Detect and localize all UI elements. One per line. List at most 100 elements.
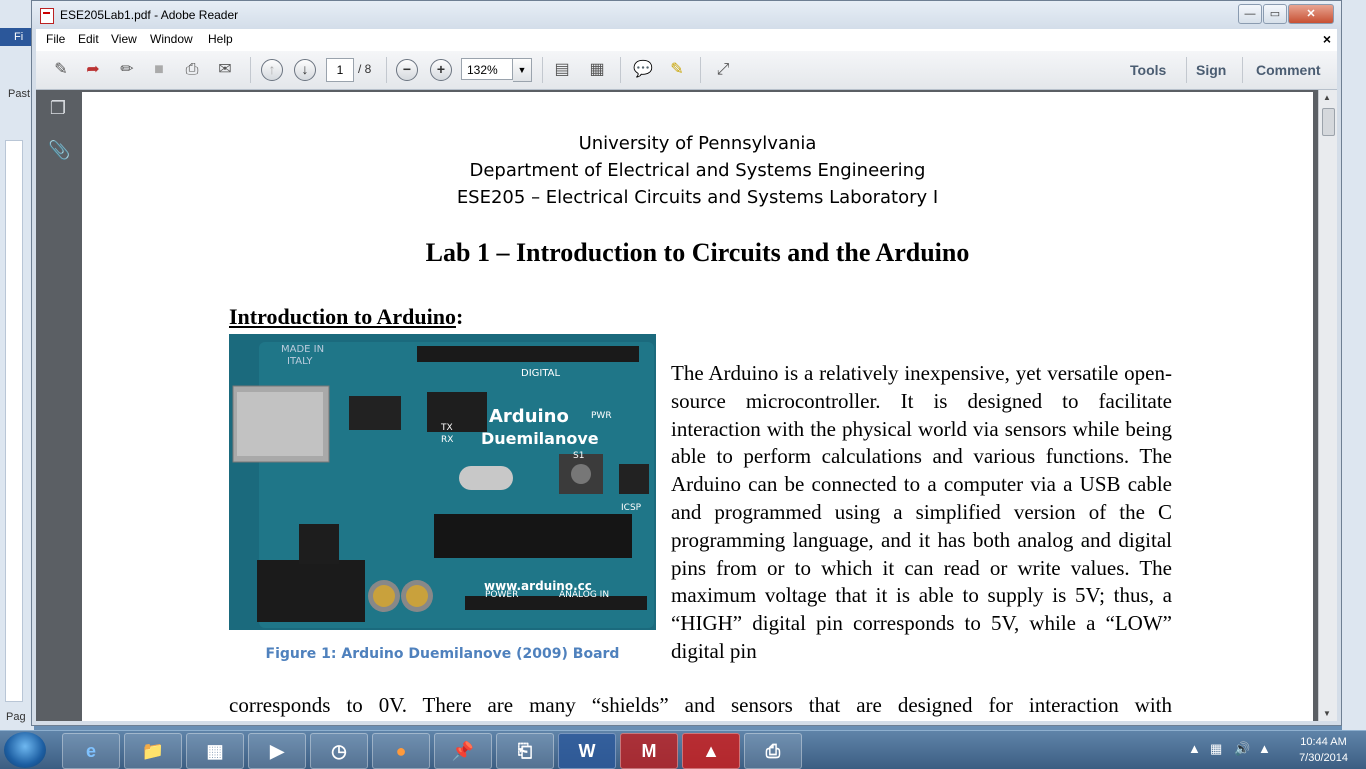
menu-edit[interactable]: Edit (78, 32, 99, 46)
sticky-note-icon[interactable]: 💬 (632, 59, 654, 81)
network-icon[interactable]: ▦ (1210, 741, 1222, 757)
arduino-board-image: MADE IN ITALY DIGITAL Arduino Duemilanov… (229, 334, 656, 630)
board-label-duemilanove: Duemilanove (481, 429, 599, 448)
close-document-button[interactable]: × (1323, 31, 1331, 47)
board-label-s1: S1 (573, 451, 584, 461)
comment-pane-button[interactable]: Comment (1256, 62, 1321, 78)
zoom-out-icon[interactable]: − (396, 59, 418, 81)
tools-pane-button[interactable]: Tools (1130, 62, 1166, 78)
scroll-thumb[interactable] (1322, 108, 1335, 136)
titlebar: ESE205Lab1.pdf - Adobe Reader — ▭ ✕ (32, 1, 1341, 29)
board-label-tx: TX (440, 423, 453, 433)
figure-caption: Figure 1: Arduino Duemilanove (2009) Boa… (265, 646, 620, 662)
taskbar-printer[interactable]: ⎙ (744, 733, 802, 769)
board-label-icsp: ICSP (621, 503, 642, 513)
adobe-reader-window: ESE205Lab1.pdf - Adobe Reader — ▭ ✕ File… (31, 0, 1342, 726)
toolbar-separator (700, 57, 701, 83)
toolbar: ✎ ➦ ✏ ■ ⎙ ✉ ↑ ↓ 1 / 8 − + 132% ▼ ▤ ▦ 💬 ✎… (36, 51, 1337, 90)
toolbar-separator (542, 57, 543, 83)
taskbar-office-app[interactable]: ▦ (186, 733, 244, 769)
menu-window[interactable]: Window (150, 32, 193, 46)
system-clock[interactable]: 10:44 AM 7/30/2014 (1299, 734, 1348, 766)
section-heading-text: Introduction to Arduino (229, 304, 456, 329)
taskbar-clock-app[interactable]: ◷ (310, 733, 368, 769)
board-label-made-in: MADE IN (281, 344, 324, 355)
taskbar-pin-app[interactable]: 📌 (434, 733, 492, 769)
previous-page-icon[interactable]: ↑ (261, 59, 283, 81)
drive-icon[interactable]: ▲ (1258, 741, 1271, 756)
toolbar-separator (620, 57, 621, 83)
taskbar-mcafee[interactable]: M (620, 733, 678, 769)
scroll-down-icon[interactable]: ▼ (1323, 709, 1331, 718)
background-paste-label: Past (8, 88, 31, 100)
taskbar-file-explorer[interactable]: 📁 (124, 733, 182, 769)
zoom-input[interactable]: 132% (461, 58, 513, 80)
taskbar-scanner-app[interactable]: ⎗ (496, 733, 554, 769)
fit-width-icon[interactable]: ▦ (586, 59, 608, 81)
navigation-pane: ❐ 📎 (36, 90, 80, 721)
board-label-arduino: Arduino (489, 406, 569, 427)
zoom-dropdown-icon[interactable]: ▼ (513, 58, 532, 82)
board-label-analog-in: ANALOG IN (559, 590, 609, 600)
intro-paragraph-continued: corresponds to 0V. There are many “shiel… (229, 693, 1172, 717)
full-screen-icon[interactable]: ⤢ (712, 59, 734, 81)
clock-date: 7/30/2014 (1299, 752, 1348, 764)
restore-button[interactable]: ▭ (1263, 4, 1287, 24)
toolbar-separator (386, 57, 387, 83)
toolbar-separator (250, 57, 251, 83)
create-pdf-icon[interactable]: ✎ (50, 59, 72, 81)
taskbar-internet-explorer[interactable]: e (62, 733, 120, 769)
background-word-left: Fi Past Pag (0, 0, 34, 730)
edit-pdf-icon[interactable]: ✏ (116, 59, 138, 81)
taskbar-word[interactable]: W (558, 733, 616, 769)
email-icon[interactable]: ✉ (214, 59, 236, 81)
start-button[interactable] (4, 732, 46, 768)
window-title: ESE205Lab1.pdf - Adobe Reader (60, 8, 239, 22)
save-icon[interactable]: ■ (148, 59, 170, 81)
sign-pane-button[interactable]: Sign (1196, 62, 1226, 78)
menubar: File Edit View Window Help × (36, 29, 1337, 52)
background-word-ribbon-tab[interactable]: Fi (0, 28, 34, 46)
page-number-input[interactable]: 1 (326, 58, 354, 82)
section-heading-colon: : (455, 304, 464, 329)
taskbar-adobe-reader[interactable]: ▲ (682, 733, 740, 769)
page-total: / 8 (358, 62, 372, 76)
background-word-right (1342, 0, 1366, 730)
menu-view[interactable]: View (111, 32, 137, 46)
fit-page-icon[interactable]: ▤ (551, 59, 573, 81)
highlight-icon[interactable]: ✎ (666, 59, 688, 81)
taskbar-media-player[interactable]: ▶ (248, 733, 306, 769)
menu-file[interactable]: File (46, 32, 65, 46)
lab-title: Lab 1 – Introduction to Circuits and the… (425, 238, 970, 267)
print-icon[interactable]: ⎙ (181, 59, 203, 81)
minimize-button[interactable]: — (1238, 4, 1262, 24)
close-window-button[interactable]: ✕ (1288, 4, 1334, 24)
arduino-board-drawing: MADE IN ITALY DIGITAL Arduino Duemilanov… (229, 334, 656, 630)
show-hidden-icons-icon[interactable]: ▲ (1188, 741, 1201, 756)
board-label-rx: RX (441, 435, 453, 445)
document-area: University of Pennsylvania Department of… (80, 90, 1337, 721)
taskbar: e 📁 ▦ ▶ ◷ ● 📌 ⎗ W M ▲ ⎙ ▲ ▦ 🔊 ▲ 10:44 AM… (0, 730, 1366, 769)
intro-paragraph: The Arduino is a relatively inexpensive,… (671, 361, 1172, 663)
menu-help[interactable]: Help (208, 32, 233, 46)
volume-icon[interactable]: 🔊 (1234, 741, 1250, 757)
pdf-file-icon (40, 8, 54, 24)
header-line-university: University of Pennsylvania (578, 133, 817, 154)
board-label-pwr: PWR (591, 411, 612, 421)
board-label-power: POWER (485, 590, 518, 600)
toolbar-separator (1186, 57, 1187, 83)
scroll-up-icon[interactable]: ▲ (1323, 93, 1331, 102)
clock-time: 10:44 AM (1300, 736, 1347, 748)
export-pdf-icon[interactable]: ➦ (82, 59, 104, 81)
vertical-scrollbar[interactable]: ▲ ▼ (1318, 90, 1337, 721)
background-page-label: Pag (6, 711, 26, 723)
next-page-icon[interactable]: ↓ (294, 59, 316, 81)
header-line-course: ESE205 – Electrical Circuits and Systems… (456, 187, 939, 208)
zoom-in-icon[interactable]: + (430, 59, 452, 81)
header-line-department: Department of Electrical and Systems Eng… (469, 160, 926, 181)
board-label-italy: ITALY (287, 356, 313, 367)
page-thumbnails-icon[interactable]: ❐ (48, 98, 68, 120)
attachments-icon[interactable]: 📎 (48, 140, 70, 162)
board-label-digital: DIGITAL (521, 368, 561, 379)
taskbar-firefox[interactable]: ● (372, 733, 430, 769)
